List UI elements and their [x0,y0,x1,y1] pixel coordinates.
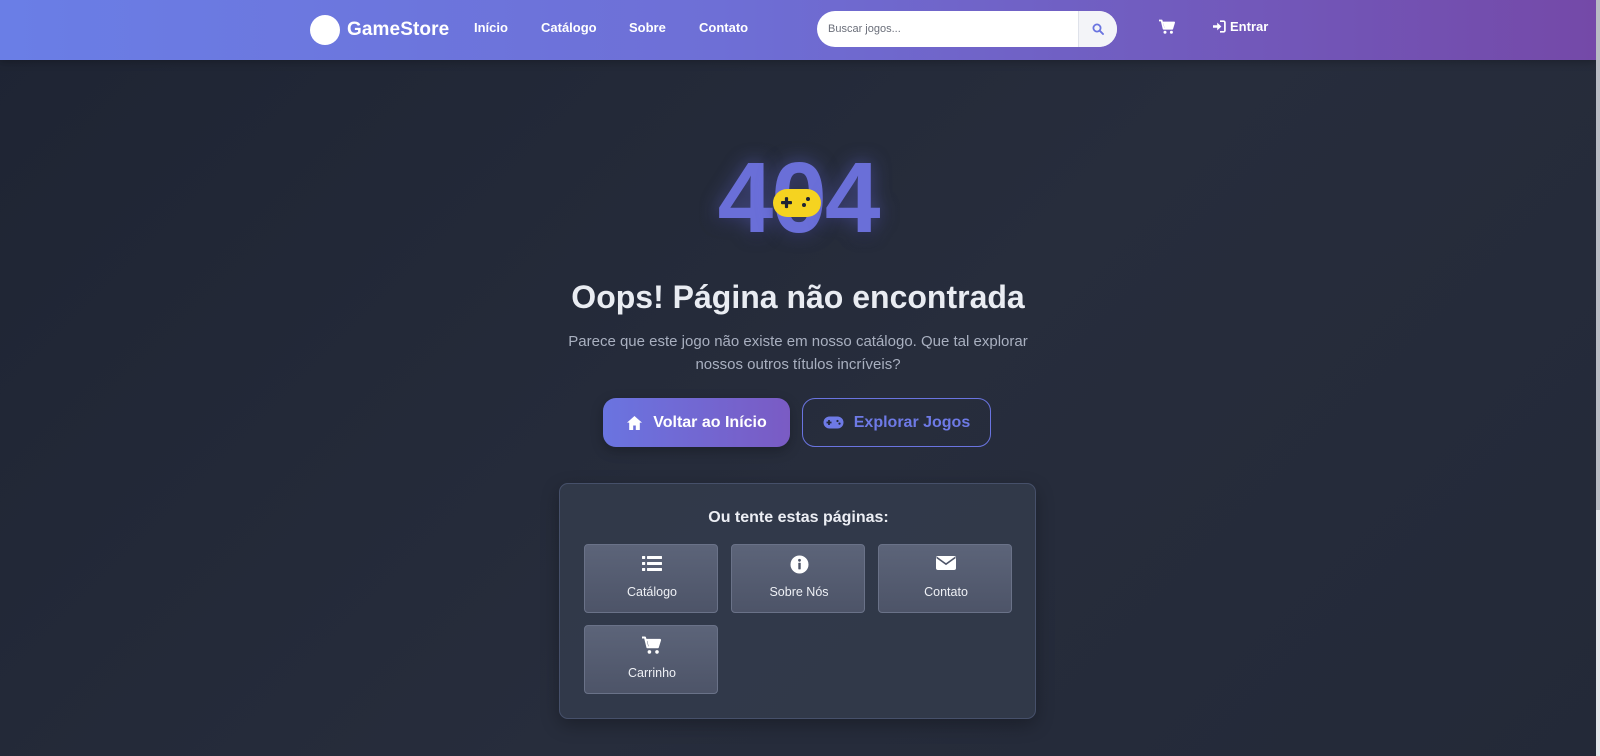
search-icon [1092,23,1104,35]
cart-button[interactable] [1158,19,1178,39]
error-code-digit-left: 4 [717,142,774,254]
sign-in-icon [1213,20,1226,33]
nav-link-inicio[interactable]: Início [474,20,508,35]
suggestion-carrinho[interactable]: Carrinho [584,625,718,694]
suggestions-card: Ou tente estas páginas: Catálogo Sobre N… [559,483,1036,719]
nav-link-sobre[interactable]: Sobre [629,20,666,35]
cart-icon [642,636,662,654]
back-home-label: Voltar ao Início [653,413,767,431]
suggestion-label: Carrinho [628,666,676,680]
error-code-digit-right: 4 [824,142,881,254]
gamepad-icon [823,416,844,429]
scrollbar-thumb[interactable] [1596,0,1600,510]
back-home-button[interactable]: Voltar ao Início [603,398,790,447]
brand-logo [310,15,340,45]
gamepad-icon [773,189,821,217]
suggestion-contato[interactable]: Contato [878,544,1012,613]
suggestion-label: Sobre Nós [769,585,829,599]
nav-link-catalogo[interactable]: Catálogo [541,20,597,35]
brand-name: GameStore [347,19,450,40]
page-scrollbar[interactable] [1596,0,1600,756]
suggestion-sobre-nos[interactable]: Sobre Nós [731,544,865,613]
error-message: Parece que este jogo não existe em nosso… [568,333,1028,373]
page-title: Oops! Página não encontrada [571,279,1025,315]
suggestion-label: Catálogo [626,585,678,599]
login-label: Entrar [1230,19,1269,34]
home-icon [627,415,643,430]
suggestion-label: Contato [924,585,968,599]
login-button[interactable]: Entrar [1212,19,1268,34]
explore-games-button[interactable]: Explorar Jogos [802,398,991,447]
search-button[interactable] [1078,11,1117,47]
info-icon [790,555,808,574]
suggestions-title: Ou tente estas páginas: [708,509,889,526]
cart-icon [1159,19,1175,34]
nav-link-contato[interactable]: Contato [699,20,748,35]
top-navbar: GameStore Início Catálogo Sobre Contato … [0,0,1596,60]
list-icon [642,556,662,571]
envelope-icon [936,556,956,570]
search-bar [817,11,1117,47]
search-input[interactable] [817,11,1078,47]
suggestion-catalogo[interactable]: Catálogo [584,544,718,613]
explore-games-label: Explorar Jogos [853,413,971,431]
brand[interactable]: GameStore [310,14,449,46]
